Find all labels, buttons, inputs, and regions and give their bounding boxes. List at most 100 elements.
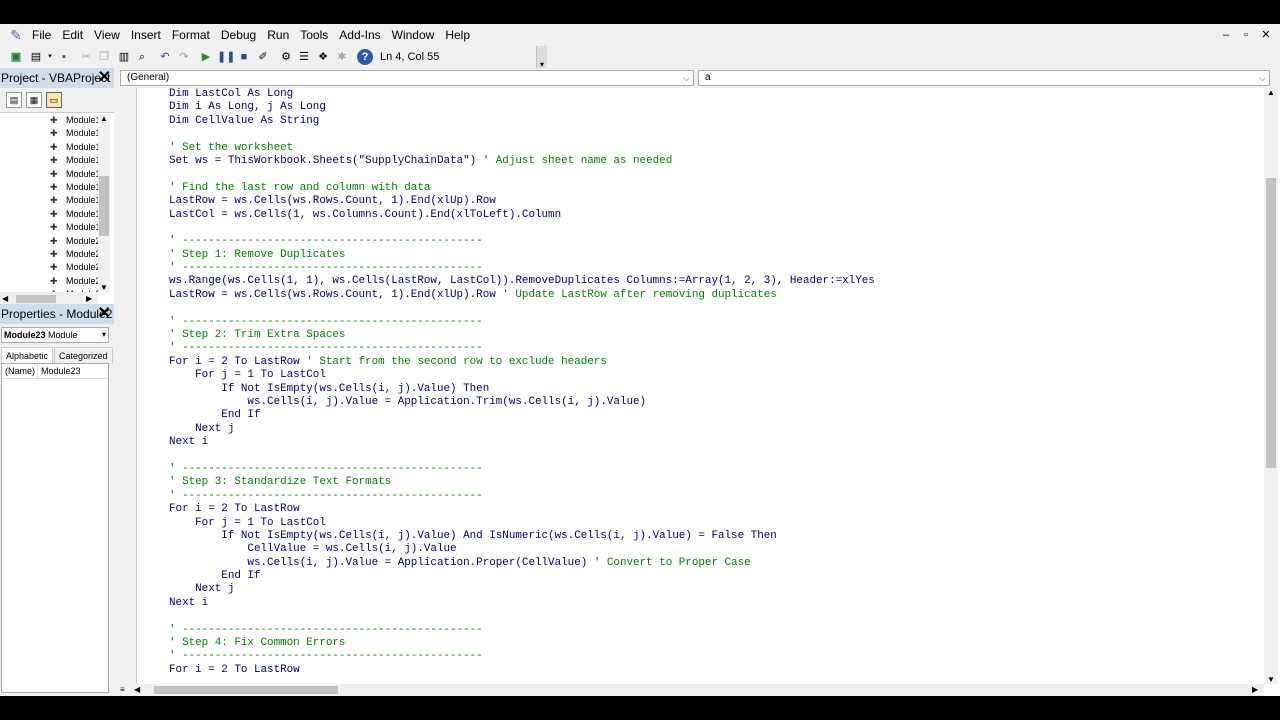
chevron-down-icon[interactable]: ⌵ <box>683 71 690 85</box>
code-line[interactable]: ws.Range(ws.Cells(1, 1), ws.Cells(LastRo… <box>169 275 1259 288</box>
code-line[interactable]: ' --------------------------------------… <box>169 235 1259 248</box>
tree-item-module[interactable]: ✚ Module1 <box>0 194 100 207</box>
code-line[interactable]: If Not IsEmpty(ws.Cells(i, j).Value) The… <box>169 383 1259 396</box>
code-line[interactable]: ' Step 3: Standardize Text Formats <box>169 476 1259 489</box>
tree-item-module[interactable]: ✚Module2 <box>0 235 100 248</box>
code-line[interactable] <box>169 450 1259 463</box>
close-icon[interactable]: ✕ <box>1258 24 1274 46</box>
reset-icon[interactable]: ■ <box>236 49 252 65</box>
object-dropdown[interactable]: (General) ⌵ <box>120 70 694 86</box>
menu-run[interactable]: Run <box>263 24 293 46</box>
close-icon[interactable]: ✕ <box>98 69 111 87</box>
procedure-dropdown[interactable]: a ⌵ <box>698 70 1270 86</box>
menu-debug[interactable]: Debug <box>217 24 260 46</box>
tree-item-module[interactable]: ✚ Module1 <box>0 168 100 181</box>
code-line[interactable] <box>169 168 1259 181</box>
copy-icon[interactable]: ❐ <box>96 49 112 65</box>
tree-item-module[interactable]: ✚ Module1 <box>0 141 100 154</box>
code-line[interactable]: Set ws = ThisWorkbook.Sheets("SupplyChai… <box>169 155 1259 168</box>
cut-icon[interactable]: ✂ <box>78 49 94 65</box>
scroll-left-icon[interactable]: ◀ <box>134 684 140 696</box>
toolbox-icon[interactable]: ✱ <box>334 49 350 65</box>
view-object-icon[interactable]: ▦ <box>26 92 42 108</box>
code-line[interactable]: Next i <box>169 436 1259 449</box>
property-row[interactable]: (Name) Module23 <box>2 364 108 379</box>
code-line[interactable]: For j = 1 To LastCol <box>169 369 1259 382</box>
code-line[interactable]: ' --------------------------------------… <box>169 650 1259 663</box>
object-selector[interactable]: Module23 Module ▾ <box>1 327 109 343</box>
redo-icon[interactable]: ↷ <box>176 49 192 65</box>
save-icon[interactable]: ▪ <box>56 49 72 65</box>
close-icon[interactable]: ✕ <box>98 305 111 323</box>
code-line[interactable]: ' --------------------------------------… <box>169 624 1259 637</box>
chevron-down-icon[interactable]: ⌵ <box>1259 71 1266 85</box>
code-line[interactable]: CellValue = ws.Cells(i, j).Value <box>169 543 1259 556</box>
code-line[interactable]: ws.Cells(i, j).Value = Application.Trim(… <box>169 396 1259 409</box>
code-line[interactable]: If Not IsEmpty(ws.Cells(i, j).Value) And… <box>169 530 1259 543</box>
tab-alphabetic[interactable]: Alphabetic <box>1 347 54 363</box>
code-line[interactable]: Next i <box>169 597 1259 610</box>
code-line[interactable]: ' Step 2: Trim Extra Spaces <box>169 329 1259 342</box>
toggle-folders-icon[interactable]: ▭ <box>46 92 62 108</box>
scroll-down-icon[interactable]: ▼ <box>1264 675 1278 684</box>
toolbar-grip[interactable]: ▾ <box>536 46 547 69</box>
tree-item-module[interactable]: ✚ Module1 <box>0 208 100 221</box>
menu-insert[interactable]: Insert <box>127 24 165 46</box>
tree-item-module[interactable]: ✚ Module1 <box>0 114 100 127</box>
project-tree-vscroll[interactable]: ▲ ▼ <box>98 114 110 292</box>
menu-tools[interactable]: Tools <box>296 24 332 46</box>
project-explorer-icon[interactable]: ⚙ <box>278 49 294 65</box>
code-line[interactable]: Next j <box>169 423 1259 436</box>
scroll-up-icon[interactable]: ▲ <box>98 114 110 123</box>
code-margin[interactable] <box>118 88 137 684</box>
code-line[interactable] <box>169 222 1259 235</box>
code-line[interactable]: Next j <box>169 583 1259 596</box>
code-line[interactable] <box>169 610 1259 623</box>
code-line[interactable]: Dim i As Long, j As Long <box>169 101 1259 114</box>
tree-item-module[interactable]: ✚Module2 <box>0 275 100 288</box>
menu-edit[interactable]: Edit <box>58 24 87 46</box>
find-icon[interactable]: ⌕ <box>134 49 150 65</box>
code-line[interactable] <box>169 302 1259 315</box>
menu-add-ins[interactable]: Add-Ins <box>335 24 384 46</box>
run-icon[interactable]: ▶ <box>198 49 214 65</box>
scroll-right-icon[interactable]: ▶ <box>1252 684 1258 696</box>
menu-file[interactable]: File <box>28 24 55 46</box>
scroll-thumb[interactable] <box>1266 178 1276 468</box>
tree-item-module[interactable]: ✚ Module1 <box>0 154 100 167</box>
undo-icon[interactable]: ↶ <box>157 49 173 65</box>
code-line[interactable]: ' Set the worksheet <box>169 142 1259 155</box>
code-line[interactable]: For i = 2 To LastRow <box>169 503 1259 516</box>
tree-item-module[interactable]: ✚ Module1 <box>0 221 100 234</box>
code-line[interactable]: ' --------------------------------------… <box>169 316 1259 329</box>
tree-item-module[interactable]: ✚ Module1 <box>0 181 100 194</box>
scroll-thumb[interactable] <box>16 295 56 303</box>
code-editor[interactable]: Dim LastCol As Long Dim i As Long, j As L… <box>169 88 1259 684</box>
properties-icon[interactable]: ☰ <box>296 49 312 65</box>
code-line[interactable]: For j = 1 To LastCol <box>169 517 1259 530</box>
paste-icon[interactable]: ▥ <box>116 49 132 65</box>
code-vscroll[interactable]: ▲ ▼ <box>1264 88 1278 684</box>
view-code-icon[interactable]: ▤ <box>6 92 22 108</box>
code-line[interactable]: ' Step 4: Fix Common Errors <box>169 637 1259 650</box>
object-browser-icon[interactable]: ❖ <box>315 49 331 65</box>
tab-categorized[interactable]: Categorized <box>54 347 113 363</box>
chevron-down-icon[interactable]: ▾ <box>102 328 106 342</box>
excel-icon[interactable]: ▣ <box>8 49 24 65</box>
code-line[interactable]: ' Find the last row and column with data <box>169 182 1259 195</box>
menu-window[interactable]: Window <box>388 24 439 46</box>
help-icon[interactable]: ? <box>357 49 373 65</box>
code-line[interactable]: Dim CellValue As String <box>169 115 1259 128</box>
restore-icon[interactable]: ▫ <box>1238 24 1254 46</box>
menu-format[interactable]: Format <box>168 24 214 46</box>
code-line[interactable]: LastRow = ws.Cells(ws.Rows.Count, 1).End… <box>169 289 1259 302</box>
property-value[interactable]: Module23 <box>38 364 81 378</box>
code-line[interactable]: LastRow = ws.Cells(ws.Rows.Count, 1).End… <box>169 195 1259 208</box>
minimize-icon[interactable]: – <box>1218 24 1234 46</box>
tree-item-module[interactable]: ✚ Module1 <box>0 127 100 140</box>
code-line[interactable]: ' Step 1: Remove Duplicates <box>169 249 1259 262</box>
code-line[interactable]: ' --------------------------------------… <box>169 262 1259 275</box>
vba-app-icon[interactable]: ✎ <box>8 27 24 43</box>
code-line[interactable] <box>169 128 1259 141</box>
scroll-down-icon[interactable]: ▼ <box>98 283 110 292</box>
